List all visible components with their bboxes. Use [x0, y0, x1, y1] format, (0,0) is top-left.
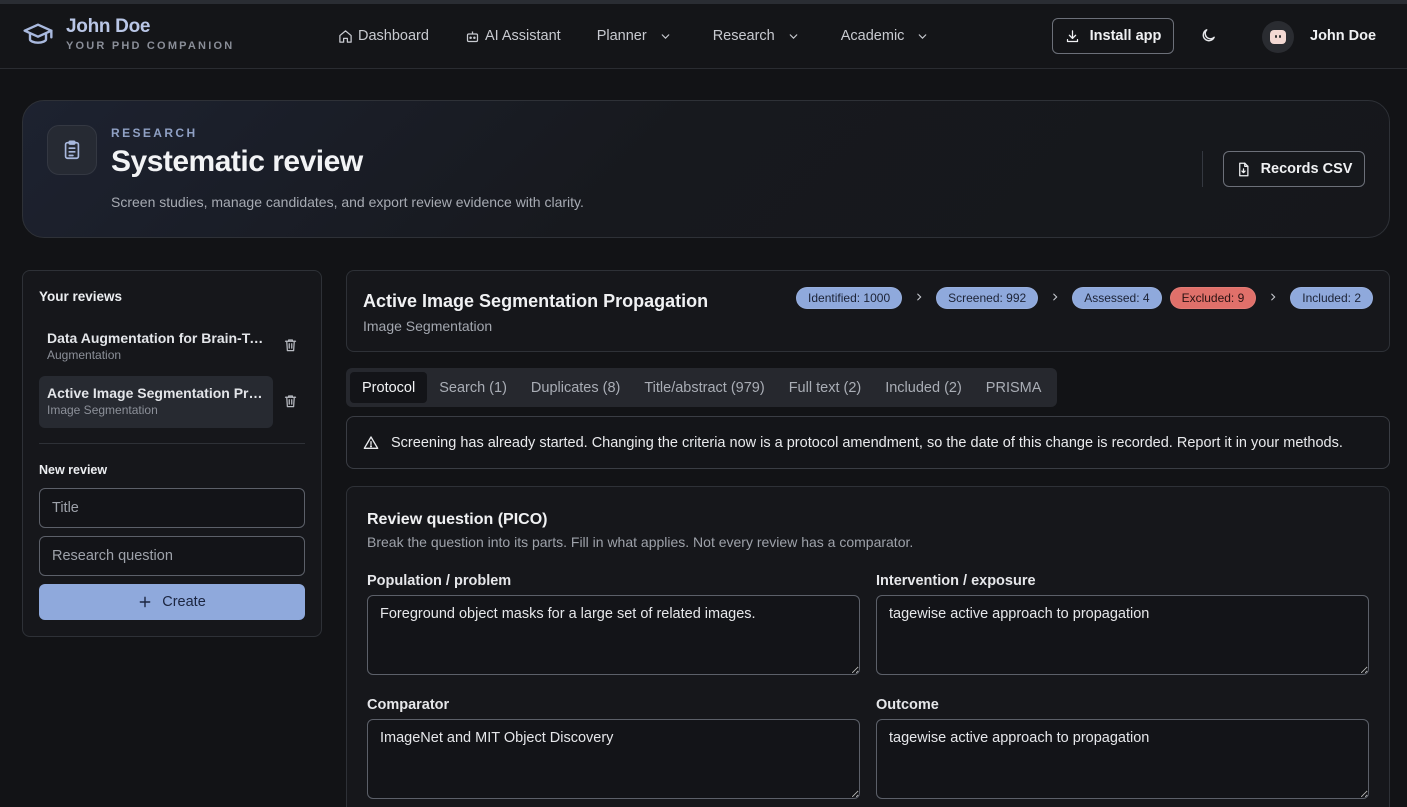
- alert-text: Screening has already started. Changing …: [391, 434, 1343, 451]
- pico-title: Review question (PICO): [367, 511, 548, 528]
- nav-academic-label: Academic: [840, 28, 905, 44]
- nav-ai-assistant-label: AI Assistant: [484, 28, 561, 44]
- nav-dashboard[interactable]: Dashboard: [338, 28, 429, 44]
- brand-name: John Doe: [66, 16, 151, 37]
- user-name[interactable]: John Doe: [1310, 28, 1376, 44]
- warning-triangle-icon: [363, 435, 379, 449]
- create-review-button[interactable]: Create: [39, 584, 305, 620]
- trash-icon[interactable]: [283, 337, 298, 353]
- review-summary-card: Active Image Segmentation Propagation Im…: [346, 270, 1390, 352]
- chevron-down-icon: [789, 33, 798, 39]
- protocol-amendment-alert: Screening has already started. Changing …: [346, 416, 1390, 469]
- review-list-item[interactable]: Data Augmentation for Brain-Tumor Segmen…: [39, 321, 273, 373]
- nav-planner[interactable]: Planner: [597, 28, 677, 44]
- review-item-title: Data Augmentation for Brain-Tumor Segmen…: [47, 330, 265, 346]
- page-header-card: RESEARCH Systematic review Screen studie…: [22, 100, 1390, 238]
- chevron-right-icon: [1050, 289, 1060, 307]
- comparator-label: Comparator: [367, 697, 450, 713]
- excluded-count-badge: Excluded: 9: [1169, 287, 1257, 309]
- tab-included[interactable]: Included (2): [873, 372, 974, 403]
- page-kicker: RESEARCH: [111, 126, 198, 140]
- tab-full-text[interactable]: Full text (2): [777, 372, 874, 403]
- tab-title-abstract[interactable]: Title/abstract (979): [632, 372, 776, 403]
- create-review-label: Create: [162, 594, 206, 610]
- chevron-right-icon: [914, 289, 924, 307]
- nav-ai-assistant[interactable]: AI Assistant: [465, 28, 561, 44]
- records-csv-button[interactable]: Records CSV: [1223, 151, 1365, 187]
- review-tabs: Protocol Search (1) Duplicates (8) Title…: [346, 368, 1058, 407]
- install-app-label: Install app: [1089, 28, 1162, 44]
- tab-prisma[interactable]: PRISMA: [974, 372, 1054, 403]
- file-download-icon: [1238, 162, 1249, 176]
- review-list-item-active[interactable]: Active Image Segmentation Propagation Im…: [39, 376, 273, 428]
- new-review-title-input[interactable]: [39, 488, 305, 528]
- bot-icon: [466, 31, 479, 42]
- nav-academic[interactable]: Academic: [841, 28, 935, 44]
- reviews-sidebar: Your reviews Data Augmentation for Brain…: [22, 270, 322, 637]
- download-icon: [1066, 29, 1078, 42]
- outcome-label: Outcome: [876, 697, 939, 713]
- pico-card: Review question (PICO) Break the questio…: [346, 486, 1390, 807]
- review-title: Active Image Segmentation Propagation: [363, 291, 709, 311]
- intervention-textarea[interactable]: tagewise active approach to propagation: [876, 595, 1369, 675]
- plus-icon: [139, 596, 151, 608]
- comparator-textarea[interactable]: ImageNet and MIT Object Discovery: [367, 719, 860, 799]
- review-topic: Image Segmentation: [363, 318, 493, 334]
- home-icon: [339, 29, 352, 43]
- tab-duplicates[interactable]: Duplicates (8): [519, 372, 632, 403]
- nav-planner-label: Planner: [596, 28, 647, 44]
- chevron-down-icon: [661, 33, 670, 39]
- brand-tagline: YOUR PHD COMPANION: [66, 40, 235, 52]
- records-csv-label: Records CSV: [1260, 161, 1353, 177]
- install-app-button[interactable]: Install app: [1052, 18, 1174, 54]
- review-item-title: Active Image Segmentation Propagation: [47, 385, 265, 401]
- page-subtitle: Screen studies, manage candidates, and e…: [111, 194, 584, 210]
- chevron-right-icon: [1268, 289, 1278, 307]
- avatar[interactable]: [1262, 21, 1294, 53]
- header-divider: [1202, 151, 1203, 187]
- population-textarea[interactable]: Foreground object masks for a large set …: [367, 595, 860, 675]
- page-title: Systematic review: [111, 145, 363, 178]
- sidebar-divider: [39, 443, 305, 444]
- chevron-down-icon: [919, 33, 927, 39]
- pico-subtitle: Break the question into its parts. Fill …: [367, 534, 914, 550]
- nav-research[interactable]: Research: [713, 28, 805, 44]
- tab-search[interactable]: Search (1): [427, 372, 519, 403]
- included-count-badge: Included: 2: [1290, 287, 1373, 309]
- trash-icon[interactable]: [283, 393, 298, 409]
- clipboard-icon: [47, 125, 97, 175]
- tab-protocol[interactable]: Protocol: [350, 372, 428, 403]
- identified-count-badge: Identified: 1000: [796, 287, 903, 309]
- main-menu: Dashboard AI Assistant Planner Research …: [338, 4, 970, 68]
- nav-dashboard-label: Dashboard: [358, 28, 429, 44]
- outcome-textarea[interactable]: tagewise active approach to propagation: [876, 719, 1369, 799]
- top-navbar: John Doe YOUR PHD COMPANION Dashboard AI…: [0, 4, 1407, 69]
- your-reviews-heading: Your reviews: [39, 289, 123, 304]
- intervention-label: Intervention / exposure: [876, 573, 1036, 589]
- avatar-face-icon: [1270, 30, 1286, 44]
- review-item-tag: Augmentation: [47, 348, 122, 362]
- new-review-heading: New review: [39, 463, 108, 477]
- nav-research-label: Research: [712, 28, 775, 44]
- brand[interactable]: John Doe YOUR PHD COMPANION: [22, 16, 234, 52]
- population-label: Population / problem: [367, 573, 512, 589]
- review-item-tag: Image Segmentation: [47, 403, 158, 417]
- assessed-count-badge: Assessed: 4: [1072, 287, 1162, 309]
- new-review-question-input[interactable]: [39, 536, 305, 576]
- prisma-flow-counts: Identified: 1000 Screened: 992 Assessed:…: [796, 287, 1373, 309]
- graduation-cap-icon: [23, 23, 53, 44]
- moon-icon[interactable]: [1200, 27, 1217, 44]
- screened-count-badge: Screened: 992: [936, 287, 1039, 309]
